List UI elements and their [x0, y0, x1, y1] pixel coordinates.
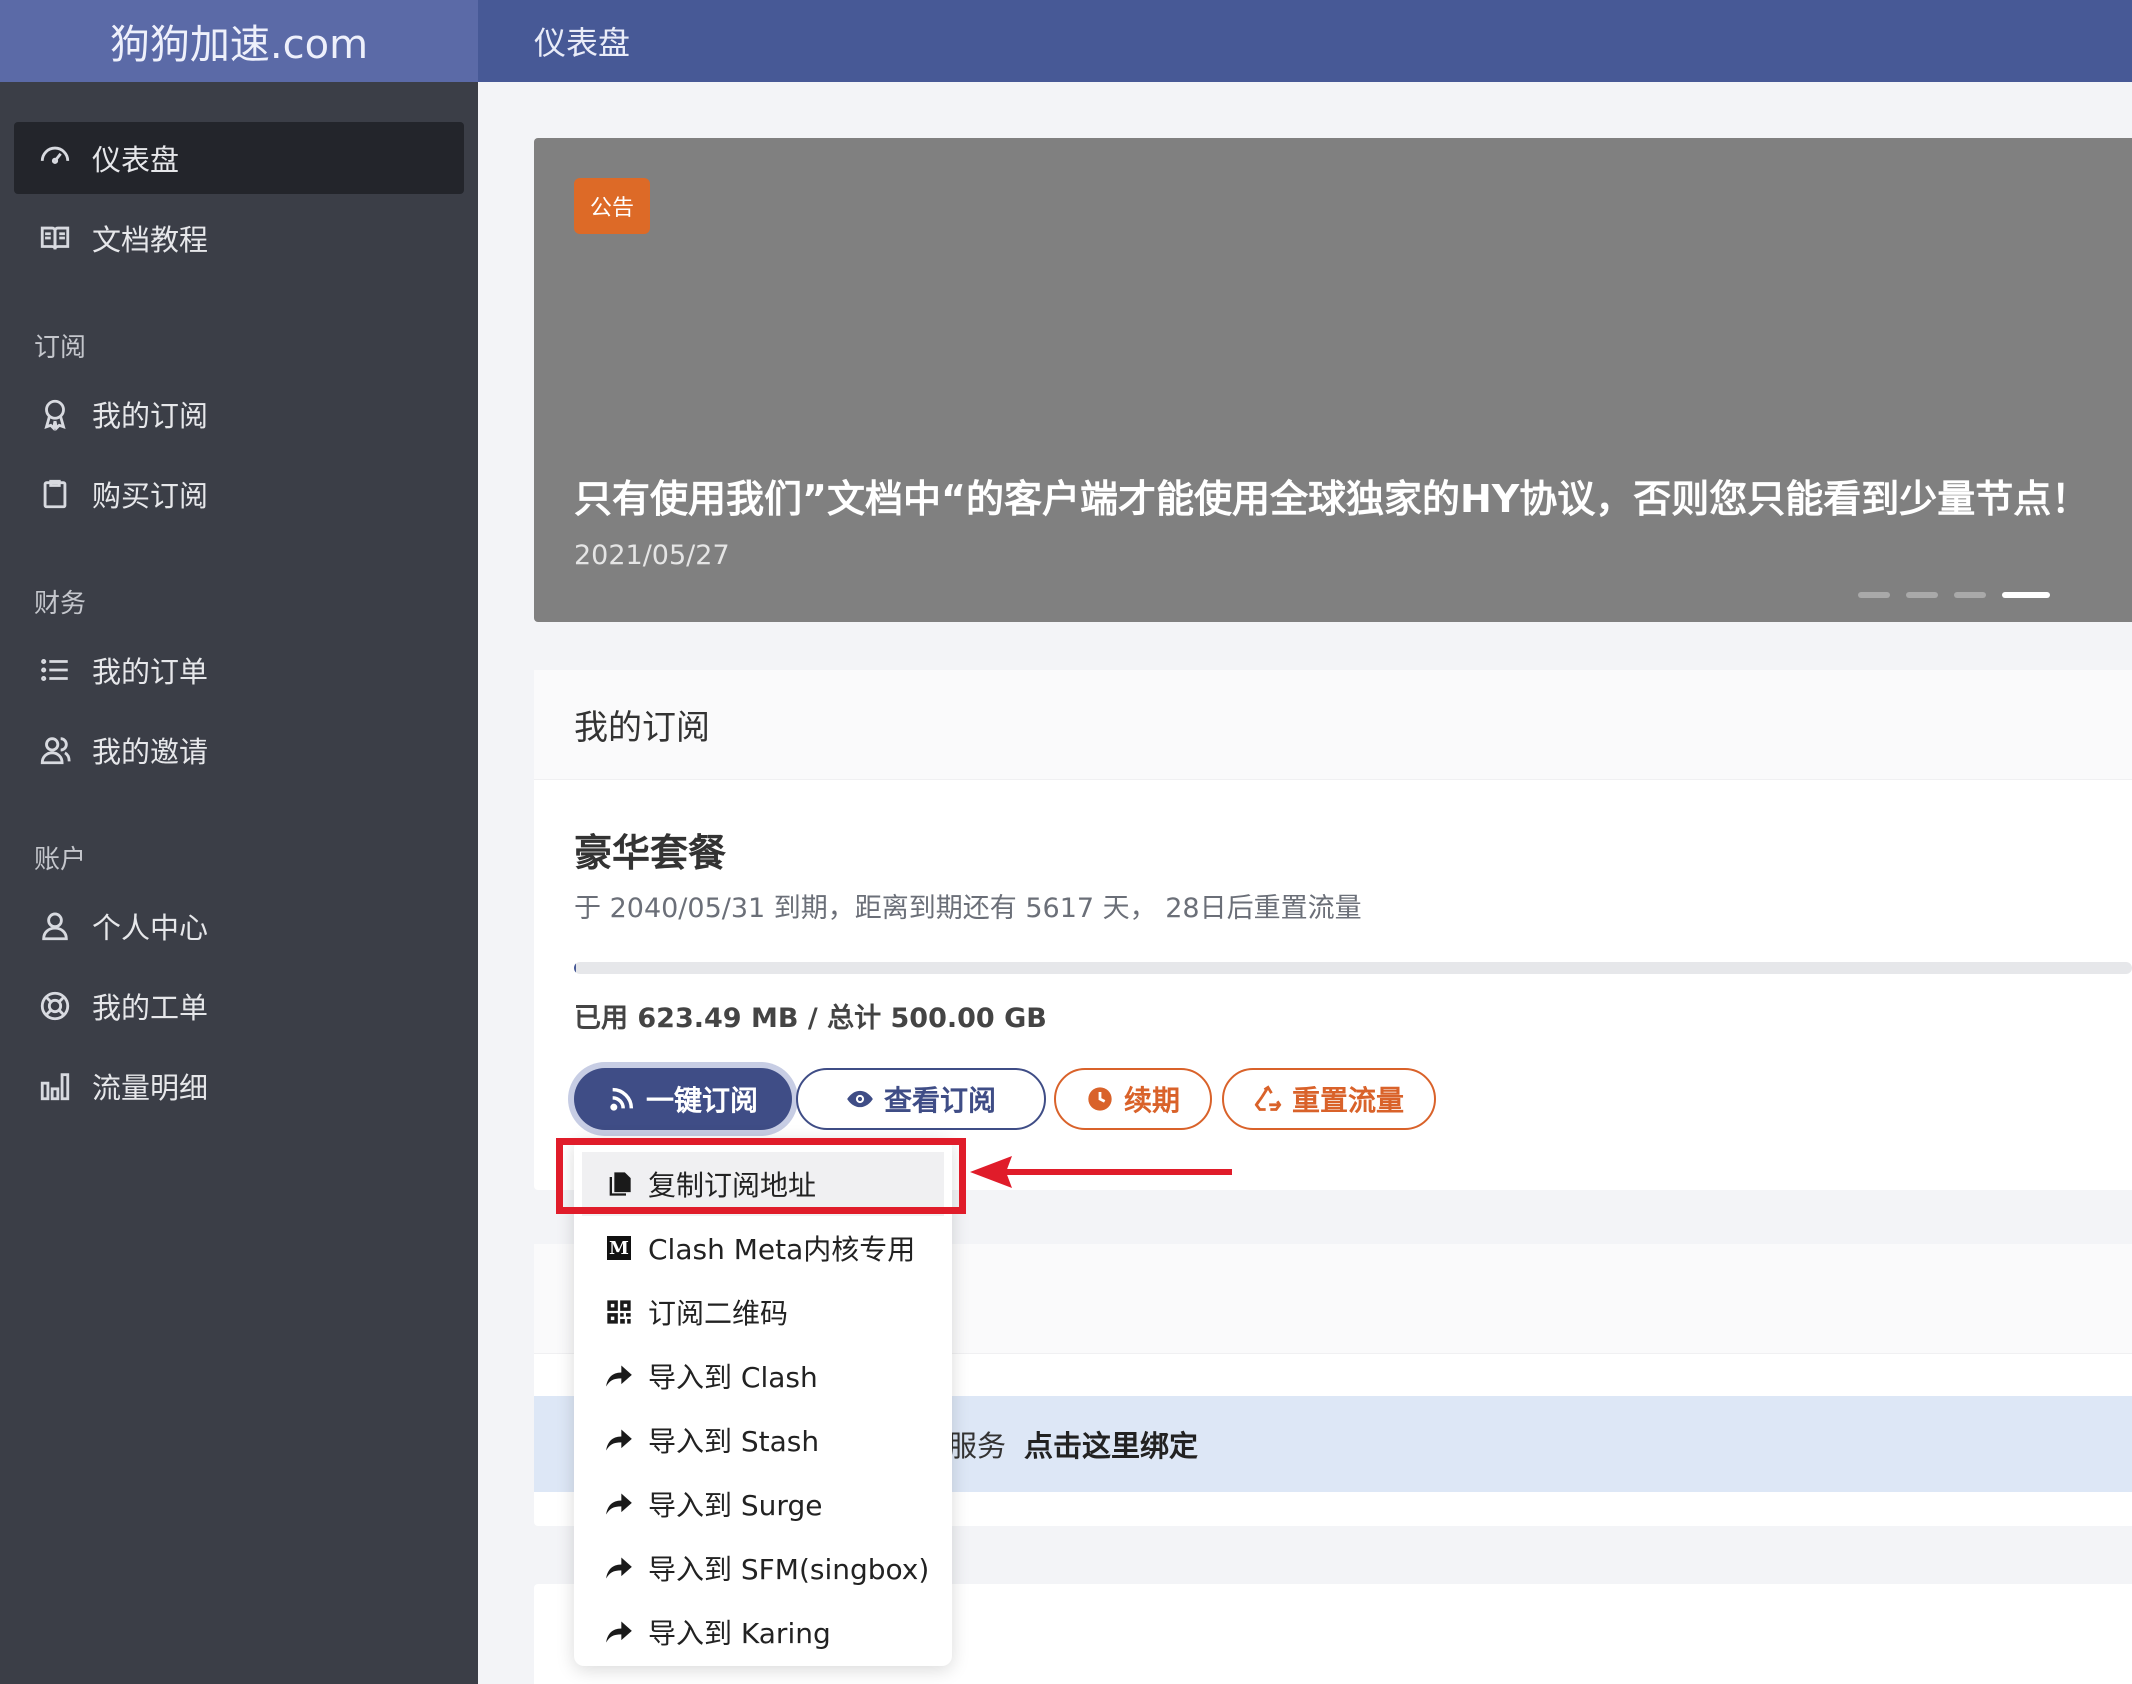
share-icon	[604, 1361, 634, 1391]
sidebar-item-my-orders[interactable]: 我的订单	[14, 634, 464, 706]
eye-icon	[847, 1090, 873, 1108]
carousel-dot[interactable]	[1858, 592, 1890, 598]
nav-section-subscription: 订阅	[34, 333, 87, 363]
dashboard-icon	[36, 139, 74, 177]
sidebar-item-label: 我的订单	[92, 655, 209, 689]
book-icon	[36, 219, 74, 257]
sidebar-item-docs[interactable]: 文档教程	[14, 202, 464, 274]
sidebar: 狗狗加速.com 仪表盘 文档教程 订阅 我的订阅 购买订阅 财务 我的订单 我…	[0, 0, 478, 1684]
sidebar-item-tickets[interactable]: 我的工单	[14, 970, 464, 1042]
menu-item-label: 导入到 Stash	[648, 1425, 820, 1458]
qrcode-icon	[604, 1297, 634, 1327]
clipboard-icon	[36, 475, 74, 513]
sidebar-item-label: 我的订阅	[92, 399, 209, 433]
menu-item-import-surge[interactable]: 导入到 Surge	[574, 1472, 952, 1536]
traffic-usage-text: 已用 623.49 MB / 总计 500.00 GB	[574, 1003, 1047, 1034]
renew-button[interactable]: 续期	[1054, 1068, 1212, 1130]
nav-section-finance: 财务	[34, 589, 87, 619]
bind-alert-text: 服务	[948, 1429, 1007, 1463]
button-label: 重置流量	[1291, 1084, 1404, 1117]
menu-item-label: Clash Meta内核专用	[648, 1233, 916, 1266]
sidebar-item-profile[interactable]: 个人中心	[14, 890, 464, 962]
announcement-carousel[interactable]: 公告 只有使用我们”文档中“的客户端才能使用全球独家的HY协议，否则您只能看到少…	[534, 138, 2132, 622]
menu-item-clash-meta[interactable]: M Clash Meta内核专用	[574, 1216, 952, 1280]
m-icon: M	[604, 1233, 634, 1263]
share-icon	[604, 1489, 634, 1519]
bind-link[interactable]: 点击这里绑定	[1024, 1423, 1198, 1465]
sidebar-item-label: 我的工单	[92, 991, 209, 1025]
subscribe-dropdown-menu: 复制订阅地址 M Clash Meta内核专用 订阅二维码 导入到 Clash …	[574, 1138, 952, 1666]
menu-item-import-sfm[interactable]: 导入到 SFM(singbox)	[574, 1536, 952, 1600]
sidebar-item-label: 仪表盘	[92, 143, 180, 177]
subscription-card: 我的订阅 豪华套餐 于 2040/05/31 到期，距离到期还有 5617 天，…	[534, 670, 2132, 1190]
traffic-progress-bar	[574, 962, 2132, 974]
sidebar-item-label: 我的邀请	[92, 735, 209, 769]
menu-item-label: 导入到 Karing	[648, 1617, 831, 1650]
reset-traffic-button[interactable]: 重置流量	[1222, 1068, 1436, 1130]
share-icon	[604, 1617, 634, 1647]
menu-item-label: 导入到 Surge	[648, 1489, 823, 1522]
sidebar-item-my-subscription[interactable]: 我的订阅	[14, 378, 464, 450]
menu-item-label: 导入到 Clash	[648, 1361, 818, 1394]
sidebar-item-my-invites[interactable]: 我的邀请	[14, 714, 464, 786]
menu-item-label: 导入到 SFM(singbox)	[648, 1553, 930, 1586]
lifebuoy-icon	[36, 987, 74, 1025]
sidebar-item-dashboard[interactable]: 仪表盘	[14, 122, 464, 194]
list-icon	[36, 651, 74, 689]
page-title: 仪表盘	[534, 24, 631, 62]
carousel-indicators	[1858, 592, 2050, 598]
sidebar-item-label: 流量明细	[92, 1071, 209, 1105]
button-label: 续期	[1123, 1084, 1180, 1117]
share-icon	[604, 1553, 634, 1583]
traffic-progress-fill	[574, 962, 576, 974]
menu-item-import-stash[interactable]: 导入到 Stash	[574, 1408, 952, 1472]
button-label: 一键订阅	[645, 1084, 758, 1117]
one-click-subscribe-button[interactable]: 一键订阅	[574, 1068, 792, 1130]
sidebar-item-label: 购买订阅	[92, 479, 209, 513]
recycle-icon	[1254, 1085, 1282, 1111]
menu-item-label: 订阅二维码	[648, 1297, 789, 1330]
sidebar-item-label: 个人中心	[92, 911, 209, 945]
clock-icon	[1088, 1087, 1112, 1111]
annotation-arrow-icon	[970, 1156, 1232, 1188]
carousel-dot[interactable]	[1954, 592, 1986, 598]
sidebar-item-label: 文档教程	[92, 223, 209, 257]
carousel-dot-active[interactable]	[2002, 592, 2050, 598]
carousel-dot[interactable]	[1906, 592, 1938, 598]
plan-expiry-info: 于 2040/05/31 到期，距离到期还有 5617 天， 28日后重置流量	[574, 893, 1362, 924]
brand-logo[interactable]: 狗狗加速.com	[0, 0, 478, 82]
award-icon	[36, 395, 74, 433]
users-icon	[36, 731, 74, 769]
sidebar-item-traffic[interactable]: 流量明细	[14, 1050, 464, 1122]
user-icon	[36, 907, 74, 945]
sidebar-item-buy-subscription[interactable]: 购买订阅	[14, 458, 464, 530]
share-icon	[604, 1425, 634, 1455]
top-header: 仪表盘	[478, 0, 2132, 82]
m-icon-letter: M	[607, 1236, 631, 1260]
annotation-highlight-box	[556, 1138, 966, 1214]
nav-section-account: 账户	[34, 845, 87, 875]
bar-chart-icon	[36, 1067, 74, 1105]
button-label: 查看订阅	[883, 1084, 996, 1117]
announcement-badge: 公告	[574, 178, 651, 234]
announcement-date: 2021/05/27	[574, 540, 730, 571]
menu-item-qrcode[interactable]: 订阅二维码	[574, 1280, 952, 1344]
announcement-title: 只有使用我们”文档中“的客户端才能使用全球独家的HY协议，否则您只能看到少量节点…	[574, 477, 2090, 521]
view-subscription-button[interactable]: 查看订阅	[796, 1068, 1046, 1130]
sidebar-nav: 仪表盘 文档教程 订阅 我的订阅 购买订阅 财务 我的订单 我的邀请 账户 个人…	[0, 82, 478, 1122]
card-title: 我的订阅	[534, 670, 2132, 780]
plan-name: 豪华套餐	[574, 831, 727, 875]
menu-item-import-karing[interactable]: 导入到 Karing	[574, 1600, 952, 1664]
rss-icon	[610, 1087, 634, 1111]
menu-item-import-clash[interactable]: 导入到 Clash	[574, 1344, 952, 1408]
